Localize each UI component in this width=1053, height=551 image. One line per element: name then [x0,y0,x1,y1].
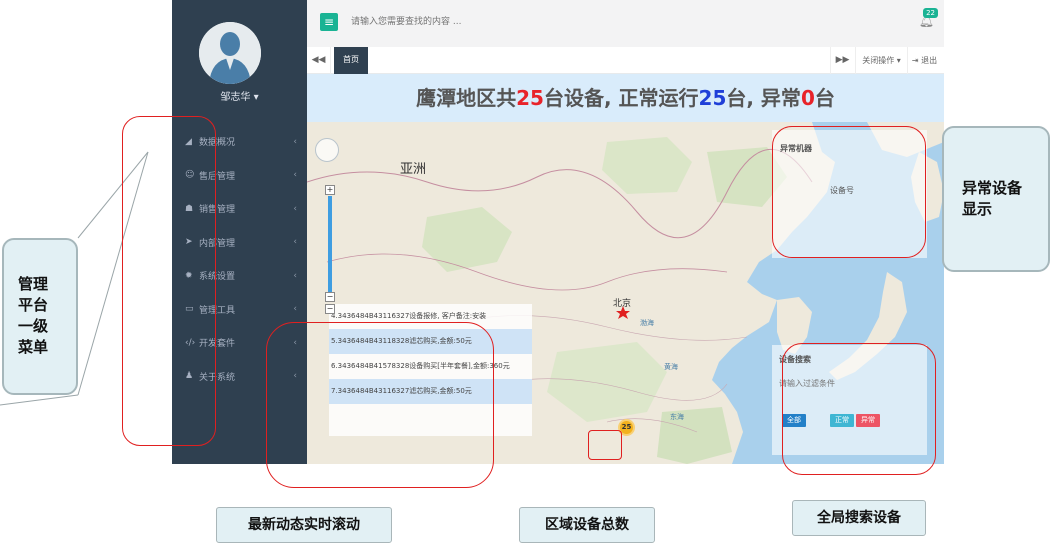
banner-text: 台 [814,86,835,110]
log-caption-tag: 最新动态实时滚动 [216,507,392,543]
logout-button[interactable]: ⇥ 退出 [907,47,941,74]
total-device-count: 25 [516,86,544,110]
normal-device-count: 25 [698,86,727,110]
map-label-yellow-sea: 黄海 [664,363,678,371]
menu-highlight-outline [122,116,216,446]
search-input[interactable] [351,14,651,30]
banner-text: 台, 异常 [726,86,801,110]
user-avatar-icon [199,22,261,84]
chevron-left-icon: ‹ [293,270,297,281]
abnormal-display-callout: 异常设备 显示 [942,126,1050,272]
cluster-highlight-outline [588,430,622,460]
map-label-asia: 亚洲 [400,162,427,177]
chevron-left-icon: ‹ [293,203,297,214]
menu-callout: 管理 平台 一级 菜单 [2,238,78,395]
tabs-scroll-right-button[interactable]: ▶▶ [830,47,854,74]
tabs-scroll-left-button[interactable]: ◀◀ [307,47,331,74]
tab-home[interactable]: 首页 [334,47,368,74]
zoom-out-button-secondary[interactable]: − [325,304,335,314]
top-bar: ≡ 🔔︎ 22 [307,0,944,45]
search-highlight-outline [782,343,936,475]
log-highlight-outline [266,322,494,488]
chevron-left-icon: ‹ [293,304,297,315]
search-caption-tag: 全局搜索设备 [792,500,926,536]
map-pan-control[interactable] [315,138,339,162]
zoom-in-button[interactable]: + [325,185,335,195]
close-operations-dropdown[interactable]: 关闭操作 ▾ [855,47,907,74]
chevron-left-icon: ‹ [293,136,297,147]
tab-bar: ◀◀ 首页 ▶▶ 关闭操作 ▾ ⇥ 退出 [307,47,944,74]
map-label-beijing: 北京 [613,299,632,309]
user-name-dropdown[interactable]: 邹志华 ▾ [172,88,307,103]
abnormal-device-count: 0 [800,86,815,110]
chevron-left-icon: ‹ [293,237,297,248]
avatar[interactable] [199,22,261,84]
device-summary-banner: 鹰潭地区共25台设备, 正常运行25台, 异常0台 [307,74,944,122]
map-label-bohai: 渤海 [640,319,654,327]
abnormal-highlight-outline [772,126,926,258]
banner-text: 鹰潭地区共 [416,86,517,110]
chevron-left-icon: ‹ [293,170,297,181]
total-caption-tag: 区域设备总数 [519,507,655,543]
banner-text: 台设备, 正常运行 [543,86,699,110]
zoom-out-button[interactable]: − [325,292,335,302]
map-label-east-sea: 东海 [670,413,684,421]
menu-toggle-button[interactable]: ≡ [320,13,338,31]
zoom-slider[interactable] [328,196,332,292]
notification-badge: 22 [923,8,938,18]
